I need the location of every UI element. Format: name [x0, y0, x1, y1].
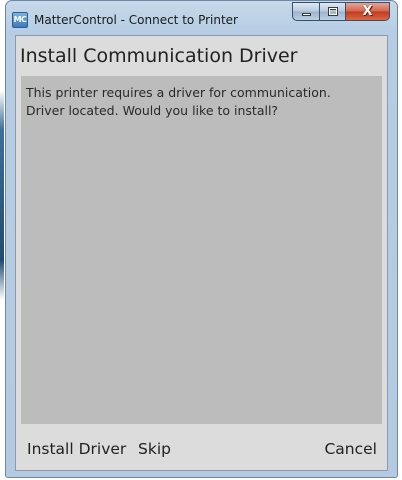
- skip-button[interactable]: Skip: [138, 436, 171, 462]
- window-title: MatterControl - Connect to Printer: [34, 13, 238, 27]
- app-window: MC MatterControl - Connect to Printer X …: [5, 0, 398, 478]
- maximize-button[interactable]: [319, 2, 345, 21]
- cancel-button[interactable]: Cancel: [324, 436, 377, 462]
- message-panel: This printer requires a driver for commu…: [21, 76, 382, 424]
- message-line-2: Driver located. Would you like to instal…: [26, 103, 279, 118]
- close-button[interactable]: X: [345, 2, 390, 21]
- app-icon[interactable]: MC: [12, 12, 28, 28]
- minimize-button[interactable]: [292, 2, 319, 21]
- close-icon: X: [362, 4, 373, 19]
- dialog-heading: Install Communication Driver: [20, 45, 298, 67]
- minimize-icon: [302, 13, 311, 16]
- desktop-background: [0, 0, 4, 480]
- maximize-icon: [328, 7, 338, 16]
- dialog-client-area: Install Communication Driver This printe…: [15, 35, 388, 471]
- title-bar[interactable]: MC MatterControl - Connect to Printer X: [6, 1, 397, 35]
- window-controls: X: [292, 2, 390, 22]
- install-driver-button[interactable]: Install Driver: [27, 436, 126, 462]
- message-line-1: This printer requires a driver for commu…: [26, 85, 331, 100]
